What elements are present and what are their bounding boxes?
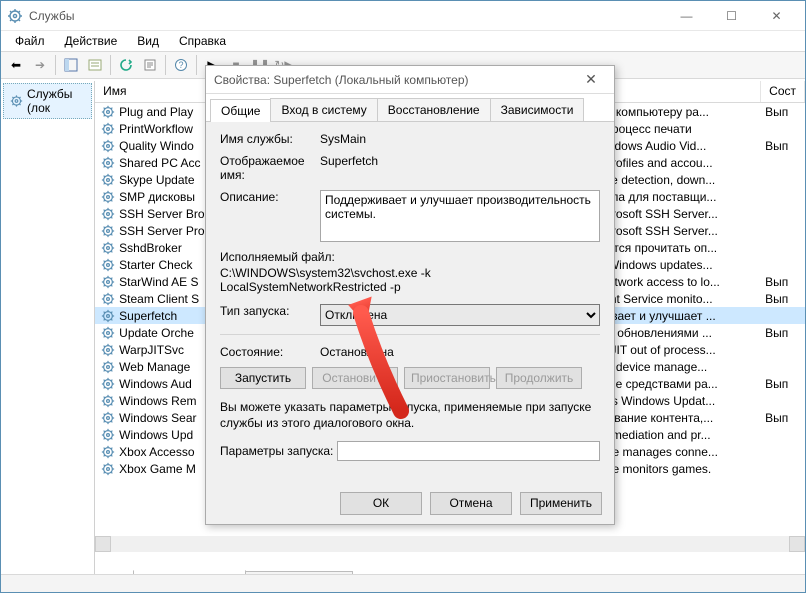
dialog-close-button[interactable]: ✕	[576, 71, 606, 88]
exe-path: C:\WINDOWS\system32\svchost.exe -k Local…	[220, 266, 600, 294]
gear-icon	[101, 275, 115, 289]
col-status[interactable]: Сост	[761, 81, 805, 102]
dialog-tab-general[interactable]: Общие	[210, 99, 271, 122]
service-name-value: SysMain	[320, 132, 600, 146]
menu-view[interactable]: Вид	[129, 32, 167, 50]
gear-icon	[101, 122, 115, 136]
gear-icon	[101, 156, 115, 170]
services-icon	[7, 8, 23, 24]
scroll-left-button[interactable]	[95, 536, 111, 552]
gear-icon	[101, 105, 115, 119]
state-label: Состояние:	[220, 345, 320, 359]
ok-button[interactable]: ОК	[340, 492, 422, 515]
service-status: Вып	[765, 411, 805, 425]
titlebar: Службы — ☐ ✕	[1, 1, 805, 31]
gear-icon	[101, 292, 115, 306]
dialog-tab-recovery[interactable]: Восстановление	[377, 98, 491, 121]
gear-icon	[101, 173, 115, 187]
maximize-button[interactable]: ☐	[709, 2, 754, 30]
help-button[interactable]: ?	[170, 54, 192, 76]
gear-icon	[101, 445, 115, 459]
service-status: Вып	[765, 139, 805, 153]
start-service-button[interactable]: Запустить	[220, 367, 306, 389]
close-button[interactable]: ✕	[754, 2, 799, 30]
service-status: Вып	[765, 377, 805, 391]
params-help-text: Вы можете указать параметры запуска, при…	[220, 399, 600, 431]
export-button[interactable]	[139, 54, 161, 76]
service-status: Вып	[765, 105, 805, 119]
tree-node-services[interactable]: Службы (лок	[3, 83, 92, 119]
gear-icon	[101, 190, 115, 204]
minimize-button[interactable]: —	[664, 2, 709, 30]
cancel-button[interactable]: Отмена	[430, 492, 512, 515]
dialog-tab-deps[interactable]: Зависимости	[490, 98, 585, 121]
display-name-value: Superfetch	[320, 154, 600, 168]
gear-icon	[10, 93, 23, 109]
menu-file[interactable]: Файл	[7, 32, 53, 50]
exe-label: Исполняемый файл:	[220, 250, 600, 264]
gear-icon	[101, 343, 115, 357]
back-button[interactable]: ⬅	[5, 54, 27, 76]
scroll-right-button[interactable]	[789, 536, 805, 552]
startup-type-select[interactable]: Отключена	[320, 304, 600, 326]
service-name-label: Имя службы:	[220, 132, 320, 146]
refresh-button[interactable]	[115, 54, 137, 76]
display-name-label: Отображаемое имя:	[220, 154, 320, 182]
gear-icon	[101, 428, 115, 442]
properties-toolbar-button[interactable]	[84, 54, 106, 76]
gear-icon	[101, 139, 115, 153]
gear-icon	[101, 224, 115, 238]
gear-icon	[101, 462, 115, 476]
menu-action[interactable]: Действие	[57, 32, 126, 50]
gear-icon	[101, 394, 115, 408]
description-text[interactable]: Поддерживает и улучшает производительнос…	[320, 190, 600, 242]
menu-help[interactable]: Справка	[171, 32, 234, 50]
gear-icon	[101, 258, 115, 272]
show-hide-tree-button[interactable]	[60, 54, 82, 76]
gear-icon	[101, 360, 115, 374]
forward-button[interactable]: ➔	[29, 54, 51, 76]
service-status: Вып	[765, 275, 805, 289]
dialog-title: Свойства: Superfetch (Локальный компьюте…	[214, 73, 576, 87]
service-status: Вып	[765, 292, 805, 306]
stop-service-button: Остановить	[312, 367, 398, 389]
tree-node-label: Службы (лок	[27, 87, 85, 115]
scrollbar-horizontal[interactable]	[95, 536, 805, 552]
statusbar	[1, 574, 805, 592]
params-label: Параметры запуска:	[220, 444, 337, 458]
pause-service-button: Приостановить	[404, 367, 490, 389]
startup-type-label: Тип запуска:	[220, 304, 320, 318]
dialog-tab-logon[interactable]: Вход в систему	[270, 98, 377, 121]
svg-text:?: ?	[178, 60, 183, 70]
state-value: Остановлена	[320, 345, 600, 359]
gear-icon	[101, 377, 115, 391]
window-title: Службы	[29, 9, 664, 23]
gear-icon	[101, 207, 115, 221]
gear-icon	[101, 326, 115, 340]
service-status: Вып	[765, 326, 805, 340]
menubar: Файл Действие Вид Справка	[1, 31, 805, 51]
params-input[interactable]	[337, 441, 600, 461]
resume-service-button: Продолжить	[496, 367, 582, 389]
description-label: Описание:	[220, 190, 320, 204]
properties-dialog: Свойства: Superfetch (Локальный компьюте…	[205, 65, 615, 525]
gear-icon	[101, 241, 115, 255]
apply-button[interactable]: Применить	[520, 492, 602, 515]
gear-icon	[101, 411, 115, 425]
gear-icon	[101, 309, 115, 323]
tree-panel: Службы (лок	[1, 81, 95, 574]
